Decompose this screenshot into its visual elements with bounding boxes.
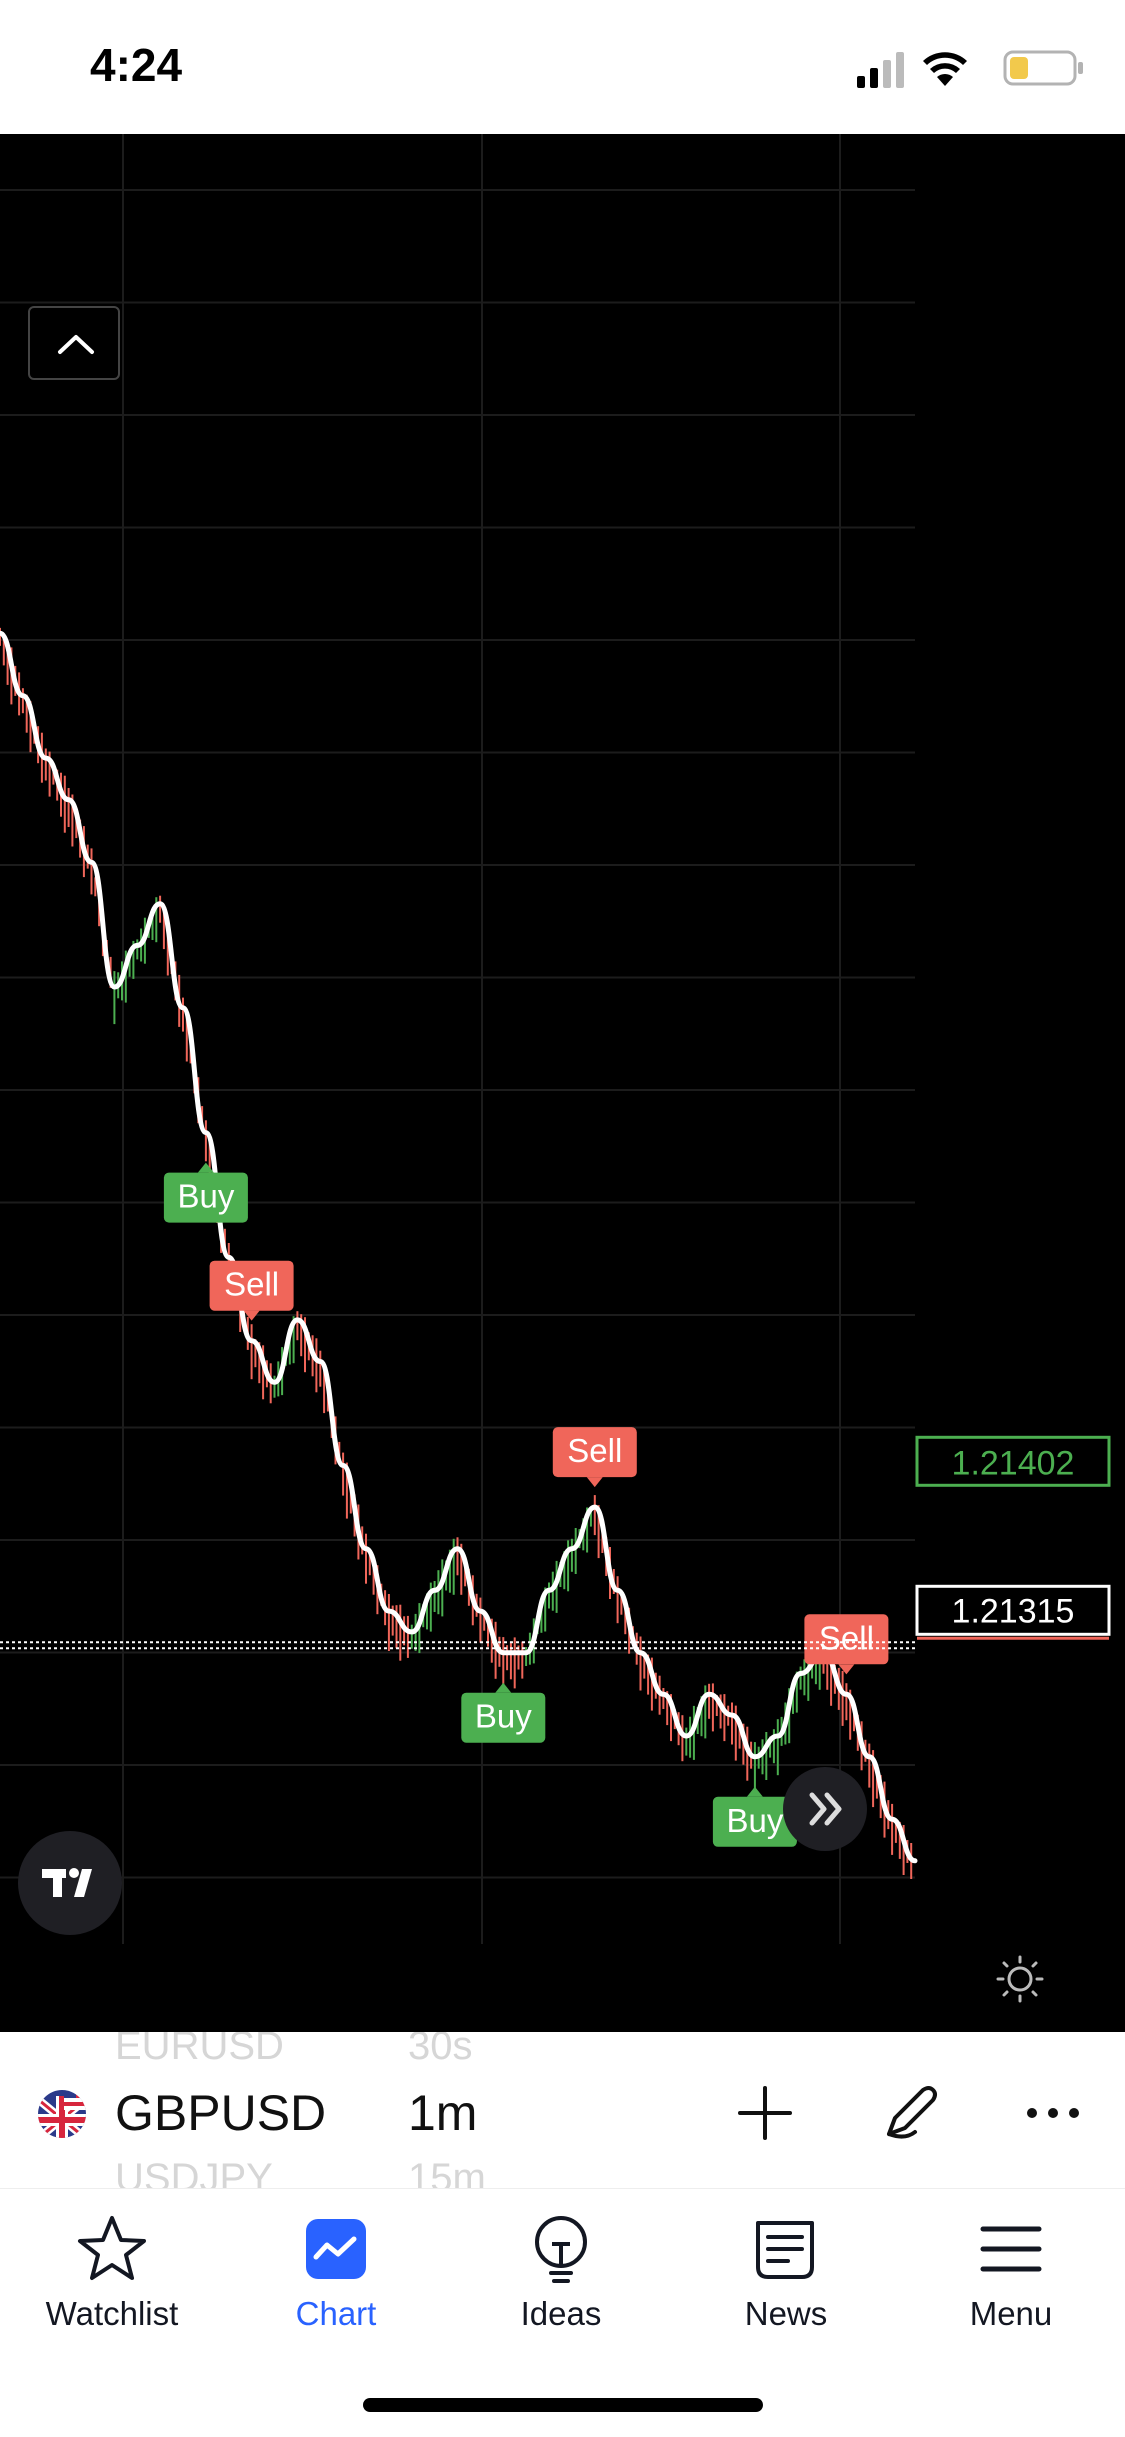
brightness-icon[interactable] xyxy=(995,1954,1045,2004)
tab-menu[interactable]: Menu xyxy=(921,2209,1101,2359)
prev-symbol[interactable]: EURUSD xyxy=(115,2032,284,2069)
bottom-tab-bar: Watchlist Chart Ideas News Menu xyxy=(0,2188,1125,2437)
buy-signal-label: Buy xyxy=(726,1802,783,1839)
trend-line xyxy=(0,630,918,1864)
double-chevron-right-icon xyxy=(809,1792,842,1826)
tab-chart[interactable]: Chart xyxy=(246,2209,426,2359)
interval-selector[interactable]: 1m xyxy=(408,2084,477,2142)
sell-signal-label: Sell xyxy=(224,1266,279,1303)
chart-signals: Sell Buy Sell Buy Sell Buy xyxy=(163,1162,889,1847)
buy-signal-label: Buy xyxy=(475,1698,532,1735)
tab-news[interactable]: News xyxy=(696,2209,876,2359)
chart-icon xyxy=(306,2219,366,2279)
lightbulb-icon xyxy=(535,2216,587,2283)
cellular-signal-icon xyxy=(857,52,904,88)
tab-label: News xyxy=(744,2295,828,2332)
current-price-label: 1.21315 xyxy=(952,1592,1075,1630)
battery-low-icon xyxy=(1003,50,1083,86)
signal-pointer xyxy=(746,1786,763,1797)
plus-icon[interactable] xyxy=(730,2078,800,2148)
tab-label: Ideas xyxy=(520,2295,602,2332)
star-icon xyxy=(78,2216,146,2280)
signal-pointer xyxy=(197,1162,214,1173)
sell-signal-label: Sell xyxy=(819,1619,874,1656)
symbol-toolbar: EURUSD 30s GBPUSD 1m USDJPY 15m xyxy=(0,2032,1125,2188)
tab-label: Menu xyxy=(969,2295,1053,2332)
chart-grid xyxy=(0,134,915,1944)
pen-icon[interactable] xyxy=(875,2078,945,2148)
tab-label: Watchlist xyxy=(45,2295,179,2332)
uk-us-flag-icon xyxy=(38,2090,86,2138)
sell-signal-label: Sell xyxy=(567,1432,622,1469)
chart-line xyxy=(0,630,918,1864)
more-dots-icon[interactable] xyxy=(1018,2078,1088,2148)
collapse-toolbar-button[interactable] xyxy=(28,306,120,380)
status-time: 4:24 xyxy=(90,39,183,91)
home-indicator xyxy=(363,2398,763,2412)
status-icons xyxy=(857,50,1083,88)
tradingview-logo[interactable] xyxy=(18,1831,122,1935)
symbol-name[interactable]: GBPUSD xyxy=(115,2084,326,2142)
wifi-icon xyxy=(923,52,967,86)
signal-pointer xyxy=(586,1477,603,1488)
chart-bars xyxy=(0,627,913,1879)
next-interval[interactable]: 15m xyxy=(408,2156,486,2188)
tab-ideas[interactable]: Ideas xyxy=(471,2209,651,2359)
price-chart[interactable]: Sell Buy Sell Buy Sell Buy 1.21402 1.21315 xyxy=(0,134,1125,2032)
prev-interval[interactable]: 30s xyxy=(408,2032,473,2069)
upper-price-label: 1.21402 xyxy=(952,1444,1075,1482)
next-symbol[interactable]: USDJPY xyxy=(115,2156,273,2188)
tab-label: Chart xyxy=(295,2295,377,2332)
newspaper-icon xyxy=(756,2221,814,2279)
buy-signal-label: Buy xyxy=(177,1178,234,1215)
tab-watchlist[interactable]: Watchlist xyxy=(22,2209,202,2359)
chart-area[interactable]: Sell Buy Sell Buy Sell Buy 1.21402 1.21315 xyxy=(0,134,1125,2032)
scroll-to-realtime-button[interactable] xyxy=(783,1767,867,1851)
signal-pointer xyxy=(495,1682,512,1693)
status-bar: 4:24 xyxy=(0,0,1125,134)
tradingview-logo-icon xyxy=(42,1868,92,1897)
chevron-up-icon xyxy=(58,335,94,354)
hamburger-icon xyxy=(980,2226,1042,2272)
